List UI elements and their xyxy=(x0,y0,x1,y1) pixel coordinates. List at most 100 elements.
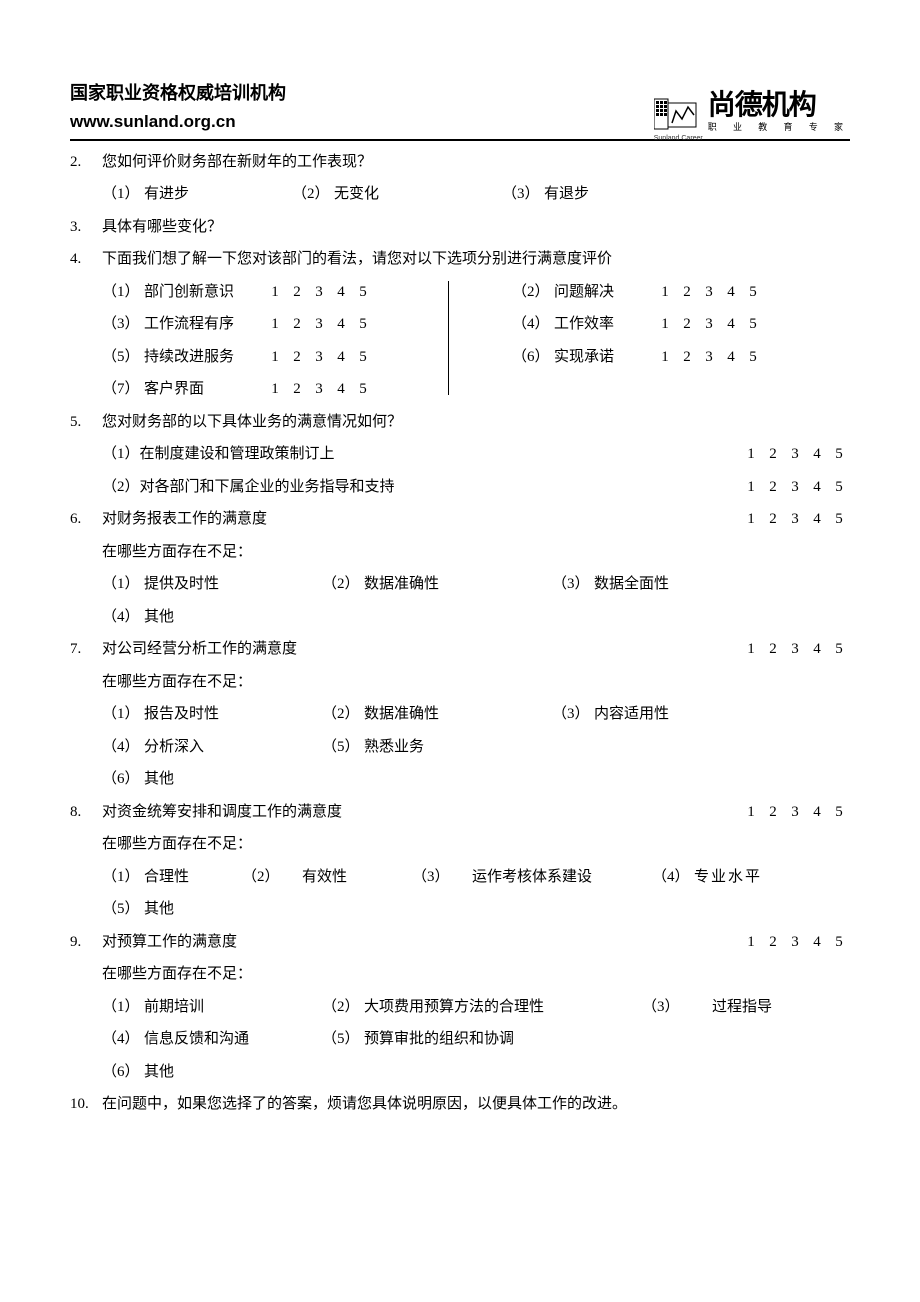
q7-options-row1: （1）报告及时性 （2）数据准确性 （3）内容适用性 xyxy=(70,703,850,726)
q9-opt-3[interactable]: （3）过程指导 xyxy=(642,996,772,1019)
q6-subprompt: 在哪些方面存在不足： xyxy=(70,541,850,564)
q3-num: 3. xyxy=(70,216,102,239)
q7-opt-4[interactable]: （4）分析深入 xyxy=(102,736,322,759)
q7-opt-6[interactable]: （6）其他 xyxy=(102,768,174,791)
q6: 6. 对财务报表工作的满意度 12345 xyxy=(70,508,850,531)
q5-scale-1[interactable]: 12345 xyxy=(740,443,850,466)
q4-row-4: （7） 客户界面 12345 xyxy=(102,378,850,401)
q2-opt-1[interactable]: （1） 有进步 xyxy=(102,183,292,206)
q2-options: （1） 有进步 （2） 无变化 （3） 有退步 xyxy=(70,183,850,206)
q9-opt-6[interactable]: （6）其他 xyxy=(102,1061,174,1084)
q8-scale[interactable]: 12345 xyxy=(740,801,850,824)
q10-num: 10. xyxy=(70,1093,102,1116)
q8-options: （1）合理性 （2）有效性 （3）运作考核体系建设 （4）专业水平 （5）其他 xyxy=(70,866,850,921)
header-left: 国家职业资格权威培训机构 www.sunland.org.cn xyxy=(70,80,286,135)
brand-logo: Sunland Career xyxy=(654,95,702,135)
q2-opt-2[interactable]: （2） 无变化 xyxy=(292,183,502,206)
q4-text: 下面我们想了解一下您对该部门的看法，请您对以下选项分别进行满意度评价 xyxy=(102,248,850,271)
q9-opt-4[interactable]: （4）信息反馈和沟通 xyxy=(102,1028,322,1051)
logo-graphic-icon xyxy=(654,95,702,135)
q5: 5. 您对财务部的以下具体业务的满意情况如何？ xyxy=(70,411,850,434)
q5-scale-2[interactable]: 12345 xyxy=(740,476,850,499)
q4-grid: （1） 部门创新意识 12345 （2） 问题解决 12345 （3） 工作流程… xyxy=(70,281,850,401)
q7-scale[interactable]: 12345 xyxy=(740,638,850,661)
q9-scale[interactable]: 12345 xyxy=(740,931,850,954)
q8-opt-1[interactable]: （1）合理性 xyxy=(102,866,242,889)
q6-opt-2[interactable]: （2）数据准确性 xyxy=(322,573,552,596)
q4-row-2: （3） 工作流程有序 12345 （4） 工作效率 12345 xyxy=(102,313,850,336)
q7-options-row3: （6）其他 xyxy=(70,768,850,791)
q6-opt-4[interactable]: （4）其他 xyxy=(102,606,174,629)
q10-text: 在问题中，如果您选择了的答案，烦请您具体说明原因，以便具体工作的改进。 xyxy=(102,1093,850,1116)
q6-text: 对财务报表工作的满意度 xyxy=(102,508,740,531)
q4: 4. 下面我们想了解一下您对该部门的看法，请您对以下选项分别进行满意度评价 xyxy=(70,248,850,271)
q5-text: 您对财务部的以下具体业务的满意情况如何？ xyxy=(102,411,850,434)
q7-opt-1[interactable]: （1）报告及时性 xyxy=(102,703,322,726)
scale-6[interactable]: 12345 xyxy=(654,346,764,369)
q5-item-2[interactable]: （2）对各部门和下属企业的业务指导和支持 12345 xyxy=(70,476,850,499)
q6-opt-3[interactable]: （3）数据全面性 xyxy=(552,573,669,596)
q8-opt-5[interactable]: （5）其他 xyxy=(102,898,174,921)
q4-item-7[interactable]: （7） 客户界面 12345 xyxy=(102,378,442,401)
scale-4[interactable]: 12345 xyxy=(654,313,764,336)
page-header: 国家职业资格权威培训机构 www.sunland.org.cn Sunland … xyxy=(70,80,850,141)
q8: 8. 对资金统筹安排和调度工作的满意度 12345 xyxy=(70,801,850,824)
q8-opt-4[interactable]: （4）专业水平 xyxy=(652,866,764,889)
q6-options: （1）提供及时性 （2）数据准确性 （3）数据全面性 xyxy=(70,573,850,596)
q9-opt-5[interactable]: （5）预算审批的组织和协调 xyxy=(322,1028,514,1051)
org-url: www.sunland.org.cn xyxy=(70,109,286,135)
brand-cn: 尚德机构 xyxy=(708,91,850,119)
q6-opt-1[interactable]: （1）提供及时性 xyxy=(102,573,322,596)
scale-5[interactable]: 12345 xyxy=(264,346,374,369)
q7-opt-2[interactable]: （2）数据准确性 xyxy=(322,703,552,726)
q9-text: 对预算工作的满意度 xyxy=(102,931,740,954)
scale-3[interactable]: 12345 xyxy=(264,313,374,336)
q4-item-2[interactable]: （2） 问题解决 12345 xyxy=(512,281,764,304)
org-title: 国家职业资格权威培训机构 xyxy=(70,80,286,107)
q5-item-1[interactable]: （1）在制度建设和管理政策制订上 12345 xyxy=(70,443,850,466)
q8-subprompt: 在哪些方面存在不足： xyxy=(70,833,850,856)
q9-opt-1[interactable]: （1）前期培训 xyxy=(102,996,322,1019)
q8-opt-2[interactable]: （2）有效性 xyxy=(242,866,412,889)
q6-scale[interactable]: 12345 xyxy=(740,508,850,531)
q4-item-5[interactable]: （5） 持续改进服务 12345 xyxy=(102,346,442,369)
q9-options: （1）前期培训 （2）大项费用预算方法的合理性 （3）过程指导 （4）信息反馈和… xyxy=(70,996,850,1084)
q4-num: 4. xyxy=(70,248,102,271)
q8-text: 对资金统筹安排和调度工作的满意度 xyxy=(102,801,740,824)
brand-en: Sunland Career xyxy=(654,134,703,145)
q3-text: 具体有哪些变化？ xyxy=(102,216,850,239)
q2-num: 2. xyxy=(70,151,102,174)
q7: 7. 对公司经营分析工作的满意度 12345 xyxy=(70,638,850,661)
q8-num: 8. xyxy=(70,801,102,824)
q7-text: 对公司经营分析工作的满意度 xyxy=(102,638,740,661)
scale-1[interactable]: 12345 xyxy=(264,281,374,304)
q3: 3. 具体有哪些变化？ xyxy=(70,216,850,239)
scale-7[interactable]: 12345 xyxy=(264,378,374,401)
q7-opt-5[interactable]: （5）熟悉业务 xyxy=(322,736,424,759)
q2: 2. 您如何评价财务部在新财年的工作表现？ xyxy=(70,151,850,174)
q4-row-3: （5） 持续改进服务 12345 （6） 实现承诺 12345 xyxy=(102,346,850,369)
q9-num: 9. xyxy=(70,931,102,954)
q6-num: 6. xyxy=(70,508,102,531)
q4-item-3[interactable]: （3） 工作流程有序 12345 xyxy=(102,313,442,336)
q4-divider xyxy=(448,281,449,395)
q9-subprompt: 在哪些方面存在不足： xyxy=(70,963,850,986)
q4-item-1[interactable]: （1） 部门创新意识 12345 xyxy=(102,281,442,304)
q7-opt-3[interactable]: （3）内容适用性 xyxy=(552,703,669,726)
scale-2[interactable]: 12345 xyxy=(654,281,764,304)
q4-item-6[interactable]: （6） 实现承诺 12345 xyxy=(512,346,764,369)
q2-text: 您如何评价财务部在新财年的工作表现？ xyxy=(102,151,850,174)
q5-num: 5. xyxy=(70,411,102,434)
q8-opt-3[interactable]: （3）运作考核体系建设 xyxy=(412,866,652,889)
q7-num: 7. xyxy=(70,638,102,661)
brand-text-block: 尚德机构 职 业 教 育 专 家 xyxy=(708,91,850,135)
q6-options-2: （4）其他 xyxy=(70,606,850,629)
q4-item-4[interactable]: （4） 工作效率 12345 xyxy=(512,313,764,336)
q9-opt-2[interactable]: （2）大项费用预算方法的合理性 xyxy=(322,996,642,1019)
q2-opt-3[interactable]: （3） 有退步 xyxy=(502,183,589,206)
header-right: Sunland Career 尚德机构 职 业 教 育 专 家 xyxy=(654,91,850,135)
q10: 10. 在问题中，如果您选择了的答案，烦请您具体说明原因，以便具体工作的改进。 xyxy=(70,1093,850,1116)
q4-row-1: （1） 部门创新意识 12345 （2） 问题解决 12345 xyxy=(102,281,850,304)
q7-options-row2: （4）分析深入 （5）熟悉业务 xyxy=(70,736,850,759)
q7-subprompt: 在哪些方面存在不足： xyxy=(70,671,850,694)
